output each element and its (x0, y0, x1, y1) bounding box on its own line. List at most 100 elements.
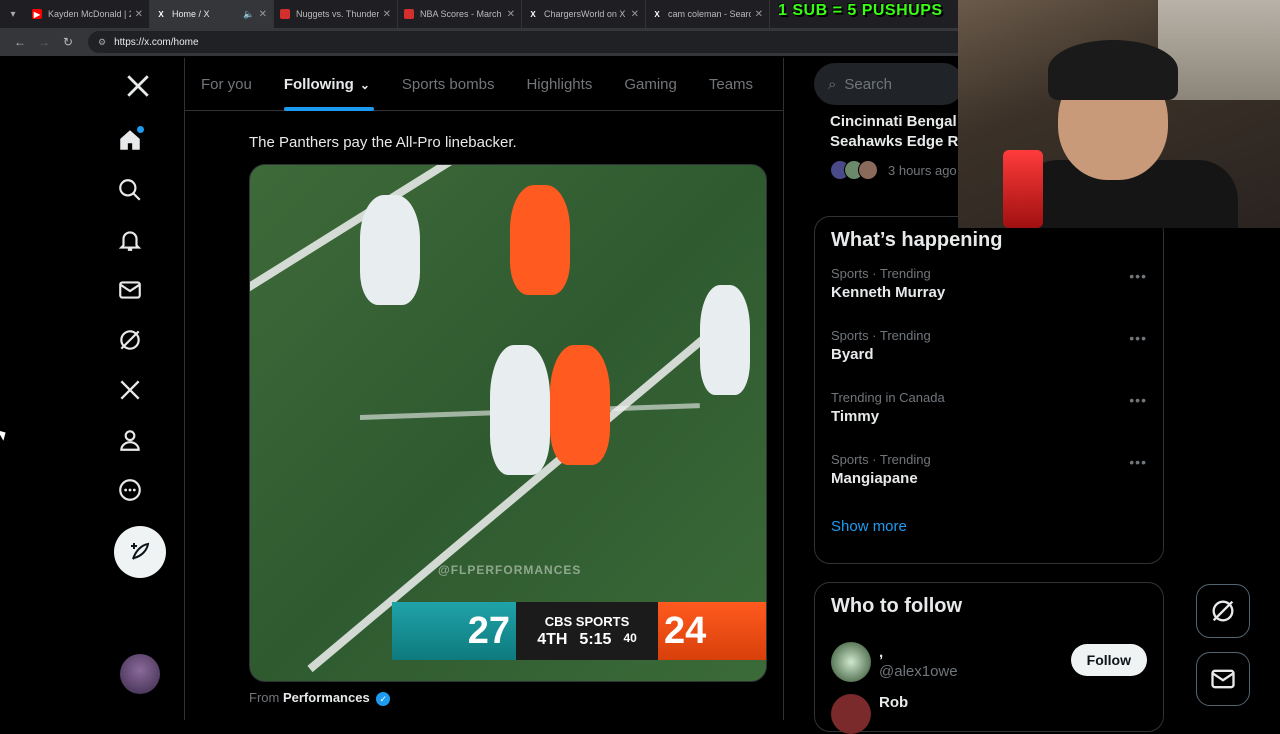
feed-tabs: For you Following ⌄ Sports bombs Highlig… (185, 58, 783, 111)
url-text: https://x.com/home (114, 36, 199, 48)
x-icon: X (530, 9, 536, 19)
panel-title: Who to follow (831, 595, 963, 617)
tab-label: Following (283, 76, 354, 93)
trend-item[interactable]: Sports · Trending Byard ••• (815, 326, 1163, 388)
news-item[interactable]: Cincinnati Bengal Seahawks Edge Re 3 hou… (814, 112, 964, 208)
game-clock-panel: CBS SPORTS 4TH 5:15 40 (516, 602, 658, 660)
tweet-video[interactable]: @FLPERFORMANCES 27 CBS SPORTS 4TH 5:15 4… (249, 164, 767, 682)
verified-badge-icon: ✓ (376, 691, 391, 706)
url-field[interactable]: ⚙ https://x.com/home (88, 31, 1008, 53)
search-icon[interactable] (112, 172, 148, 208)
close-icon[interactable]: ✕ (259, 9, 267, 20)
player-figure (700, 285, 750, 395)
trend-name: Kenneth Murray (831, 284, 946, 301)
tab-title: cam coleman - Searc (668, 9, 751, 19)
notification-dot (137, 126, 144, 133)
avatar (831, 694, 871, 734)
away-team-score: 24 (658, 602, 766, 660)
user-name: Rob (879, 694, 909, 711)
mail-icon (1211, 669, 1235, 689)
browser-tab[interactable]: X cam coleman - Searc ✕ (646, 0, 770, 28)
scorebug: 27 CBS SPORTS 4TH 5:15 40 24 (392, 602, 766, 660)
more-icon[interactable] (112, 472, 148, 508)
divider (783, 58, 784, 720)
browser-tab[interactable]: X ChargersWorld on X ✕ (522, 0, 646, 28)
bell-icon[interactable] (112, 222, 148, 258)
tab-title: ChargersWorld on X (544, 9, 626, 19)
avatar (831, 642, 871, 682)
x-premium-icon[interactable] (112, 372, 148, 408)
back-icon[interactable]: ← (8, 35, 32, 49)
score: 27 (467, 609, 510, 652)
youtube-icon: ▶ (32, 9, 42, 19)
tab-following[interactable]: Following ⌄ (268, 58, 386, 111)
close-icon[interactable]: ✕ (631, 9, 639, 20)
tab-search-button[interactable]: ▾ (0, 0, 26, 28)
trend-item[interactable]: Sports · Trending Kenneth Murray ••• (815, 264, 1163, 326)
tab-highlights[interactable]: Highlights (510, 58, 608, 111)
user-name: , (879, 644, 884, 661)
browser-tab[interactable]: Nuggets vs. Thunder ✕ (274, 0, 398, 28)
profile-icon[interactable] (112, 422, 148, 458)
search-placeholder: Search (844, 75, 892, 93)
trend-item[interactable]: Trending in Canada Timmy ••• (815, 388, 1163, 450)
trend-name: Byard (831, 346, 874, 363)
chevron-down-icon: ⌄ (359, 77, 370, 92)
news-time: 3 hours ago (888, 162, 957, 178)
x-logo-icon[interactable] (120, 68, 156, 104)
tab-label: Sports bombs (401, 76, 495, 93)
score: 24 (664, 609, 707, 652)
trend-item[interactable]: Sports · Trending Mangiapane ••• (815, 450, 1163, 512)
trend-category: Sports · Trending (831, 328, 931, 343)
tab-teams[interactable]: Teams (693, 58, 769, 111)
search-icon: ⌕ (828, 75, 837, 93)
webcam-overlay (958, 0, 1280, 228)
close-icon[interactable]: ✕ (383, 9, 391, 20)
close-icon[interactable]: ✕ (507, 9, 515, 20)
main-timeline: For you Following ⌄ Sports bombs Highlig… (185, 58, 783, 720)
trend-category: Sports · Trending (831, 266, 931, 281)
tab-label: Gaming (624, 76, 677, 93)
close-icon[interactable]: ✕ (755, 9, 763, 20)
search-input[interactable]: ⌕ Search (814, 63, 964, 105)
tab-label: Teams (708, 76, 754, 93)
who-to-follow-panel: Who to follow , @alex1owe Follow Rob (814, 582, 1164, 734)
show-more-link[interactable]: Show more (815, 512, 1163, 541)
grok-icon[interactable] (112, 322, 148, 358)
browser-tab[interactable]: NBA Scores - March ✕ (398, 0, 522, 28)
stream-overlay-text: 1 SUB = 5 PUSHUPS (778, 2, 943, 19)
home-icon[interactable] (112, 122, 148, 158)
trend-name: Mangiapane (831, 470, 918, 487)
speaker-icon[interactable]: 🔈 (243, 9, 254, 20)
messages-button[interactable] (1196, 652, 1250, 706)
whats-happening-panel: What’s happening Sports · Trending Kenne… (814, 216, 1164, 564)
grok-button[interactable] (1196, 584, 1250, 638)
tab-label: Highlights (526, 76, 593, 93)
more-options-icon[interactable]: ••• (1129, 268, 1147, 284)
more-options-icon[interactable]: ••• (1129, 330, 1147, 346)
more-options-icon[interactable]: ••• (1129, 392, 1147, 408)
mouse-cursor (0, 427, 9, 441)
quarter: 4TH (537, 630, 568, 648)
tab-for-you[interactable]: For you (185, 58, 268, 111)
site-info-icon[interactable]: ⚙ (98, 37, 106, 48)
user-handle: @alex1owe (879, 663, 958, 680)
reload-icon[interactable]: ↻ (56, 35, 80, 49)
active-tab-indicator (283, 107, 374, 111)
more-options-icon[interactable]: ••• (1129, 454, 1147, 470)
game-clock: 4TH 5:15 40 (537, 631, 637, 649)
source-account-link[interactable]: Performances (283, 690, 370, 705)
browser-tab-active[interactable]: X Home / X 🔈 ✕ (150, 0, 274, 28)
tab-gaming[interactable]: Gaming (608, 58, 693, 111)
mail-icon[interactable] (112, 272, 148, 308)
close-icon[interactable]: ✕ (135, 9, 143, 20)
news-meta: 3 hours ago (814, 160, 964, 180)
follow-button[interactable]: Follow (1070, 644, 1147, 676)
tab-sports-bombs[interactable]: Sports bombs (386, 58, 511, 111)
post-button[interactable] (114, 526, 166, 578)
forward-icon[interactable]: → (32, 35, 56, 49)
trend-name: Timmy (831, 408, 880, 425)
browser-tab[interactable]: ▶ Kayden McDonald | 2 ✕ (26, 0, 150, 28)
suggested-user[interactable]: , @alex1owe Follow (815, 630, 1163, 694)
account-avatar[interactable] (120, 654, 160, 694)
